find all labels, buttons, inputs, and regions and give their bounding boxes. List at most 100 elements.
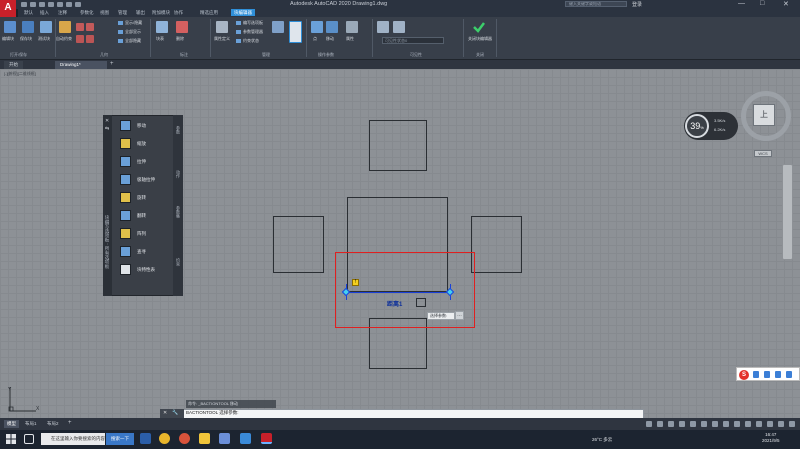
check-icon[interactable] bbox=[472, 20, 486, 34]
viewport-controls[interactable]: [-][俯视][二维线框] bbox=[4, 71, 36, 77]
viewcube[interactable]: 上 bbox=[753, 104, 775, 126]
status-toggle-icon[interactable] bbox=[723, 421, 729, 427]
close-button[interactable]: ✕ bbox=[783, 0, 789, 8]
tooltip-options-button[interactable]: … bbox=[455, 311, 464, 320]
save-icon[interactable] bbox=[39, 2, 45, 7]
constraint-icon[interactable] bbox=[86, 35, 94, 43]
ime-toolbar[interactable]: S bbox=[736, 367, 800, 381]
palette-side-tab[interactable]: 参数集 bbox=[175, 206, 181, 218]
add-layout-icon[interactable]: + bbox=[68, 420, 72, 426]
delete-icon[interactable] bbox=[176, 21, 188, 33]
status-toggle-icon[interactable] bbox=[734, 421, 740, 427]
status-toggle-icon[interactable] bbox=[778, 421, 784, 427]
show-all-button[interactable]: 全部显示 bbox=[118, 29, 141, 35]
open-icon[interactable] bbox=[30, 2, 36, 7]
app-icon[interactable] bbox=[219, 433, 230, 444]
login-button[interactable]: 登录 bbox=[632, 1, 642, 8]
status-toggle-icon[interactable] bbox=[712, 421, 718, 427]
attribute-definition-icon[interactable] bbox=[216, 21, 228, 33]
constraint-icon[interactable] bbox=[76, 35, 84, 43]
test-block-icon[interactable] bbox=[40, 21, 52, 33]
delete-button[interactable]: 删除 bbox=[176, 36, 184, 42]
search-input[interactable]: 键入关键字或短语 bbox=[565, 1, 627, 7]
palette-side-tab[interactable]: 约束 bbox=[175, 258, 181, 266]
folder-icon[interactable] bbox=[199, 433, 210, 444]
menu-tab[interactable]: 注释 bbox=[58, 10, 67, 16]
minimize-button[interactable]: — bbox=[738, 0, 745, 7]
status-toggle-icon[interactable] bbox=[646, 421, 652, 427]
navigation-bar[interactable] bbox=[782, 164, 793, 260]
menu-tab[interactable]: 参数化 bbox=[80, 10, 94, 16]
save-block-icon[interactable] bbox=[22, 21, 34, 33]
menu-tab[interactable]: 插入 bbox=[40, 10, 49, 16]
ime-mode-icon[interactable] bbox=[753, 371, 759, 378]
constraint-status-button[interactable]: 约束状态 bbox=[236, 38, 259, 44]
close-icon[interactable]: ✕ bbox=[163, 410, 167, 416]
menu-tab[interactable]: 附加模块 bbox=[152, 10, 170, 16]
attribute-icon[interactable] bbox=[346, 21, 358, 33]
parameter-manager-icon[interactable] bbox=[272, 21, 284, 33]
palette-side-tab[interactable]: 参数 bbox=[175, 126, 181, 134]
status-toggle-icon[interactable] bbox=[657, 421, 663, 427]
chrome-icon[interactable] bbox=[159, 433, 170, 444]
plot-icon[interactable] bbox=[57, 2, 63, 7]
redo-icon[interactable] bbox=[75, 2, 81, 7]
move-action-icon[interactable] bbox=[326, 21, 338, 33]
autocad-taskbar-icon[interactable] bbox=[261, 433, 272, 444]
customize-icon[interactable]: 🔧 bbox=[172, 410, 178, 416]
layout-tab-2[interactable]: 布局2 bbox=[44, 420, 62, 428]
task-view-icon[interactable] bbox=[24, 434, 34, 444]
autocad-logo-icon[interactable]: A bbox=[0, 0, 16, 17]
linear-dimension-line[interactable] bbox=[346, 292, 450, 293]
status-toggle-icon[interactable] bbox=[668, 421, 674, 427]
point-parameter-icon[interactable] bbox=[311, 21, 323, 33]
menu-tab[interactable]: 视图 bbox=[100, 10, 109, 16]
dimension-grip-box[interactable] bbox=[416, 298, 426, 307]
palette-side-tab[interactable]: 动作 bbox=[175, 170, 181, 178]
app-icon[interactable] bbox=[140, 433, 151, 444]
status-toggle-icon[interactable] bbox=[767, 421, 773, 427]
menu-tab[interactable]: 精选应用 bbox=[200, 10, 218, 16]
rectangle-shape[interactable] bbox=[369, 120, 427, 171]
status-toggle-icon[interactable] bbox=[679, 421, 685, 427]
block-table-icon[interactable] bbox=[156, 21, 168, 33]
maximize-button[interactable]: □ bbox=[760, 0, 764, 7]
saveas-icon[interactable] bbox=[48, 2, 54, 7]
close-block-editor-button[interactable]: 关闭块编辑器 bbox=[468, 36, 492, 42]
windows-start-icon[interactable] bbox=[6, 434, 16, 444]
edit-block-button[interactable]: 编辑块 bbox=[2, 36, 14, 42]
menu-tab[interactable]: 块编辑器 bbox=[231, 9, 255, 16]
status-toggle-icon[interactable] bbox=[690, 421, 696, 427]
taskbar-search-input[interactable]: 在这里输入你要搜索的内容 bbox=[41, 433, 105, 445]
visibility-icon[interactable] bbox=[393, 21, 405, 33]
menu-tab[interactable]: 管理 bbox=[118, 10, 127, 16]
app-icon[interactable] bbox=[240, 433, 251, 444]
ime-voice-icon[interactable] bbox=[775, 371, 781, 378]
ime-punct-icon[interactable] bbox=[764, 371, 770, 378]
status-toggle-icon[interactable] bbox=[789, 421, 795, 427]
warning-icon[interactable]: ! bbox=[352, 279, 359, 286]
constraint-icon[interactable] bbox=[76, 23, 84, 31]
status-toggle-icon[interactable] bbox=[701, 421, 707, 427]
auto-constrain-icon[interactable] bbox=[59, 21, 71, 33]
visibility-icon[interactable] bbox=[377, 21, 389, 33]
palette-close-icon[interactable]: ✕ bbox=[105, 118, 109, 124]
block-table-button[interactable]: 块表 bbox=[156, 36, 164, 42]
visibility-state-select[interactable]: 可见性状态0 bbox=[382, 37, 444, 44]
palette-autohide-icon[interactable]: ⇆ bbox=[105, 126, 109, 132]
undo-icon[interactable] bbox=[66, 2, 72, 7]
point-parameter-button[interactable]: 点 bbox=[313, 36, 317, 42]
system-tray-icons[interactable] bbox=[640, 436, 740, 444]
menu-tab[interactable]: 输出 bbox=[136, 10, 145, 16]
show-hide-button[interactable]: 显示/隐藏 bbox=[118, 20, 142, 26]
menu-tab[interactable]: 协作 bbox=[174, 10, 183, 16]
doc-tab-start[interactable]: 开始 bbox=[4, 61, 23, 69]
save-block-button[interactable]: 保存块 bbox=[20, 36, 32, 42]
rectangle-shape[interactable] bbox=[471, 216, 522, 273]
doc-tab-drawing1[interactable]: Drawing1* bbox=[55, 61, 107, 69]
edit-block-icon[interactable] bbox=[4, 21, 16, 33]
taskbar-clock[interactable]: 16:47 2021/9/5 bbox=[762, 432, 780, 444]
attribute-definition-button[interactable]: 属性定义 bbox=[214, 36, 230, 42]
rectangle-shape[interactable] bbox=[273, 216, 324, 273]
authoring-palette-toggle-icon[interactable] bbox=[289, 21, 302, 43]
